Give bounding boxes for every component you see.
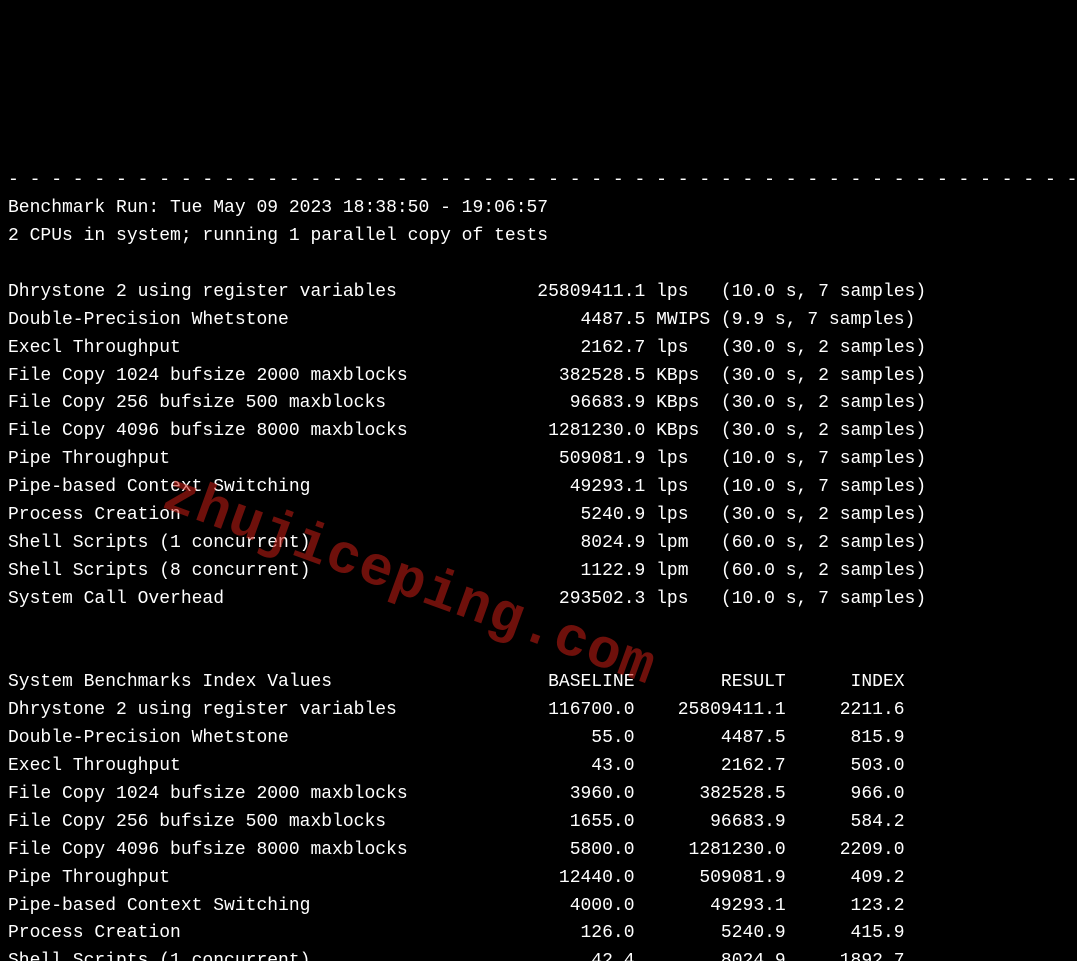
system-line: 2 CPUs in system; running 1 parallel cop… [8, 226, 548, 246]
test-results-block: Dhrystone 2 using register variables 258… [8, 279, 1069, 614]
divider-line: - - - - - - - - - - - - - - - - - - - - … [8, 170, 1077, 190]
run-time: Tue May 09 2023 18:38:50 - 19:06:57 [170, 198, 548, 218]
terminal-output: zhujiceping.com - - - - - - - - - - - - … [0, 112, 1077, 961]
index-values-block: System Benchmarks Index Values BASELINE … [8, 641, 1069, 961]
run-line-prefix: Benchmark Run: [8, 198, 170, 218]
